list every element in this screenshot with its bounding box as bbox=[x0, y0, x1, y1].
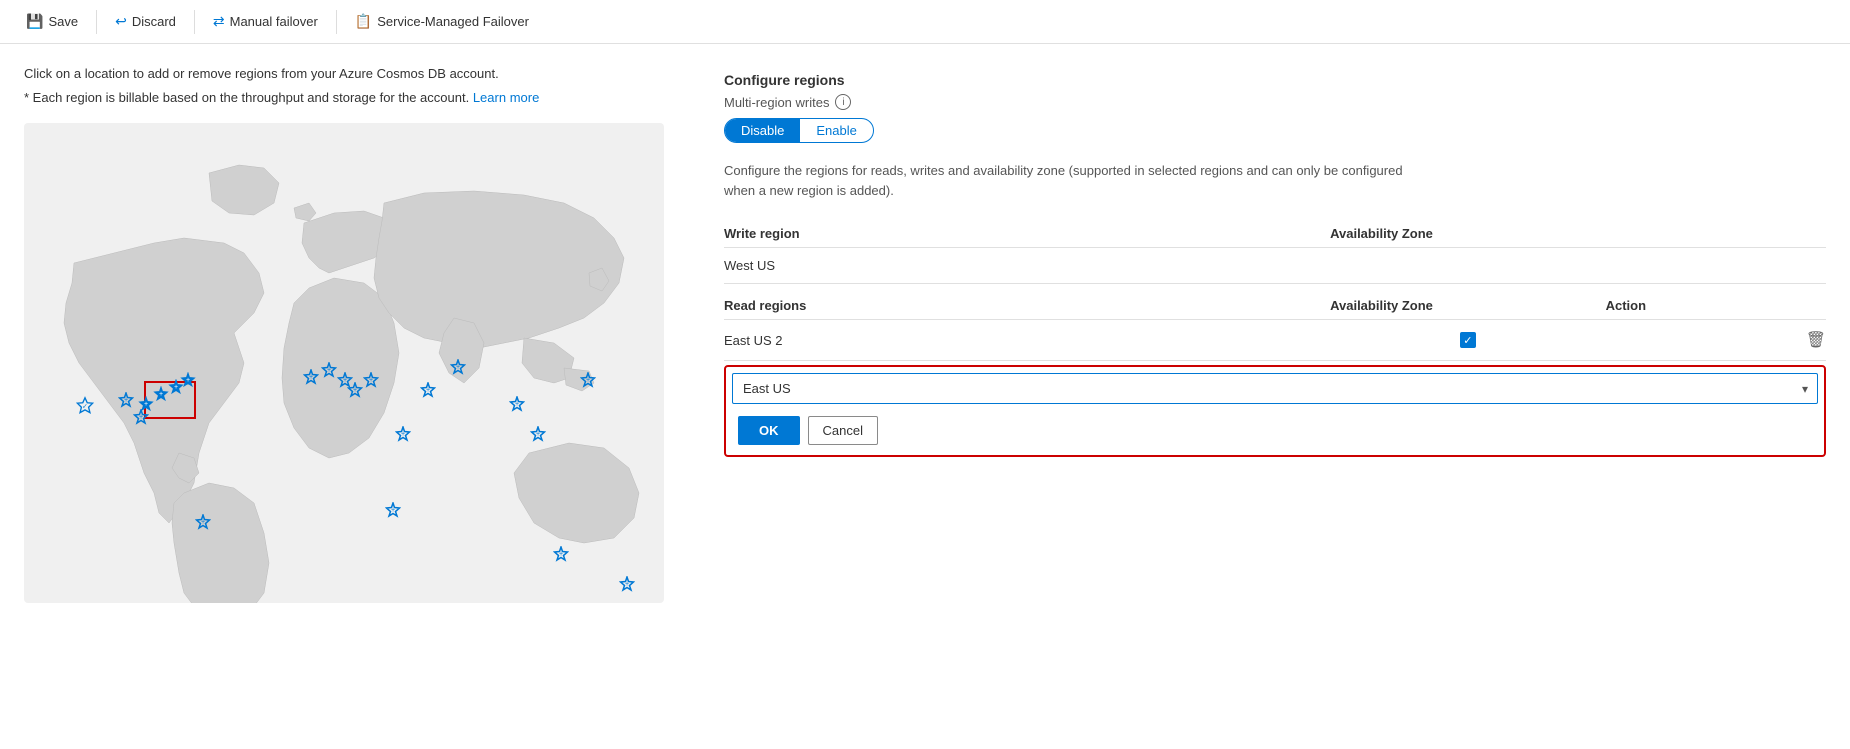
svg-text:+: + bbox=[159, 391, 163, 398]
configure-regions-title: Configure regions bbox=[724, 72, 1826, 88]
svg-text:+: + bbox=[174, 384, 178, 391]
read-regions-header: Read regions bbox=[724, 292, 1330, 320]
multi-region-label: Multi-region writes i bbox=[724, 94, 1826, 110]
svg-text:+: + bbox=[515, 401, 519, 408]
svg-text:+: + bbox=[139, 414, 143, 421]
service-managed-failover-button[interactable]: 📋 Service-Managed Failover bbox=[345, 8, 539, 35]
description-line1: Click on a location to add or remove reg… bbox=[24, 64, 684, 84]
svg-text:+: + bbox=[309, 374, 313, 381]
toolbar-separator-3 bbox=[336, 10, 337, 34]
toolbar-separator-2 bbox=[194, 10, 195, 34]
discard-icon: ↩ bbox=[115, 13, 127, 30]
delete-region-button[interactable]: 🗑 bbox=[1806, 330, 1826, 350]
marker-west-europe[interactable]: + bbox=[302, 368, 320, 386]
left-panel: Click on a location to add or remove reg… bbox=[24, 64, 684, 603]
save-label: Save bbox=[48, 14, 78, 29]
failover-icon: ⇄ bbox=[213, 13, 225, 30]
manual-failover-button[interactable]: ⇄ Manual failover bbox=[203, 8, 328, 35]
read-regions-table: Read regions Availability Zone Action Ea… bbox=[724, 292, 1826, 361]
service-managed-icon: 📋 bbox=[355, 13, 372, 30]
marker-central-us[interactable]: + bbox=[117, 391, 135, 409]
svg-text:+: + bbox=[586, 377, 590, 384]
action-header-placeholder bbox=[1606, 220, 1826, 248]
region-select[interactable]: East US West US East US 2 North Europe S… bbox=[732, 373, 1818, 404]
svg-text:+: + bbox=[327, 367, 331, 374]
marker-north-east[interactable]: + bbox=[179, 371, 197, 389]
action-header: Action bbox=[1606, 292, 1826, 320]
read-action-cell: 🗑 bbox=[1606, 320, 1826, 361]
action-buttons: OK Cancel bbox=[732, 412, 1818, 449]
svg-text:+: + bbox=[625, 581, 629, 588]
availability-zone-header-read: Availability Zone bbox=[1330, 292, 1606, 320]
read-region-name: East US 2 bbox=[724, 320, 1330, 361]
learn-more-link[interactable]: Learn more bbox=[473, 90, 539, 105]
description: Click on a location to add or remove reg… bbox=[24, 64, 684, 107]
svg-text:+: + bbox=[456, 364, 460, 371]
availability-zone-header-write: Availability Zone bbox=[1330, 220, 1606, 248]
marker-west-us[interactable]: ✓ bbox=[76, 396, 94, 414]
toolbar-separator-1 bbox=[96, 10, 97, 34]
world-map bbox=[24, 123, 664, 603]
right-panel: Configure regions Multi-region writes i … bbox=[724, 64, 1826, 603]
main-content: Click on a location to add or remove reg… bbox=[0, 44, 1850, 623]
svg-text:+: + bbox=[401, 431, 405, 438]
svg-text:✓: ✓ bbox=[82, 402, 88, 411]
configure-description: Configure the regions for reads, writes … bbox=[724, 161, 1404, 200]
write-region-value: West US bbox=[724, 248, 1330, 284]
save-button[interactable]: 💾 Save bbox=[16, 8, 88, 35]
write-zone-col bbox=[1330, 248, 1606, 284]
svg-text:+: + bbox=[124, 397, 128, 404]
marker-southeast-asia[interactable]: + bbox=[508, 395, 526, 413]
svg-text:+: + bbox=[559, 551, 563, 558]
svg-text:+: + bbox=[426, 387, 430, 394]
marker-south-africa[interactable]: + bbox=[384, 501, 402, 519]
marker-brazil[interactable]: + bbox=[194, 513, 212, 531]
disable-toggle[interactable]: Disable bbox=[725, 119, 800, 142]
read-zone-checkbox-cell: ✓ bbox=[1330, 320, 1606, 361]
marker-uae[interactable]: + bbox=[394, 425, 412, 443]
description-line2: * Each region is billable based on the t… bbox=[24, 88, 684, 108]
write-region-header: Write region bbox=[724, 220, 1330, 248]
toolbar: 💾 Save ↩ Discard ⇄ Manual failover 📋 Ser… bbox=[0, 0, 1850, 44]
new-region-dropdown-container: East US West US East US 2 North Europe S… bbox=[724, 365, 1826, 457]
discard-button[interactable]: ↩ Discard bbox=[105, 8, 186, 35]
multi-region-info-icon[interactable]: i bbox=[835, 94, 851, 110]
marker-australia[interactable]: + bbox=[552, 545, 570, 563]
svg-text:+: + bbox=[391, 507, 395, 514]
availability-zone-checkbox[interactable]: ✓ bbox=[1460, 332, 1476, 348]
svg-text:+: + bbox=[353, 387, 357, 394]
svg-text:+: + bbox=[144, 401, 148, 408]
marker-japan[interactable]: + bbox=[579, 371, 597, 389]
svg-text:+: + bbox=[369, 377, 373, 384]
marker-india-central[interactable]: + bbox=[449, 358, 467, 376]
region-select-wrapper: East US West US East US 2 North Europe S… bbox=[732, 373, 1818, 404]
regions-table: Write region Availability Zone West US bbox=[724, 220, 1826, 284]
ok-button[interactable]: OK bbox=[738, 416, 800, 445]
svg-text:+: + bbox=[536, 431, 540, 438]
write-action-col bbox=[1606, 248, 1826, 284]
svg-text:+: + bbox=[186, 377, 190, 384]
save-icon: 💾 bbox=[26, 13, 43, 30]
marker-east-asia[interactable]: + bbox=[529, 425, 547, 443]
write-region-row: West US bbox=[724, 248, 1826, 284]
enable-toggle[interactable]: Enable bbox=[800, 119, 872, 142]
map-container[interactable]: ✓ + + + + + + bbox=[24, 123, 664, 603]
read-region-row: East US 2 ✓ 🗑 bbox=[724, 320, 1826, 361]
marker-germany[interactable]: + bbox=[362, 371, 380, 389]
marker-new-zealand[interactable]: + bbox=[618, 575, 636, 593]
marker-india-west[interactable]: + bbox=[419, 381, 437, 399]
service-managed-failover-label: Service-Managed Failover bbox=[377, 14, 529, 29]
cancel-button[interactable]: Cancel bbox=[808, 416, 878, 445]
discard-label: Discard bbox=[132, 14, 176, 29]
svg-text:+: + bbox=[201, 519, 205, 526]
toggle-group: Disable Enable bbox=[724, 118, 874, 143]
manual-failover-label: Manual failover bbox=[230, 14, 318, 29]
marker-south-us[interactable]: + bbox=[132, 408, 150, 426]
